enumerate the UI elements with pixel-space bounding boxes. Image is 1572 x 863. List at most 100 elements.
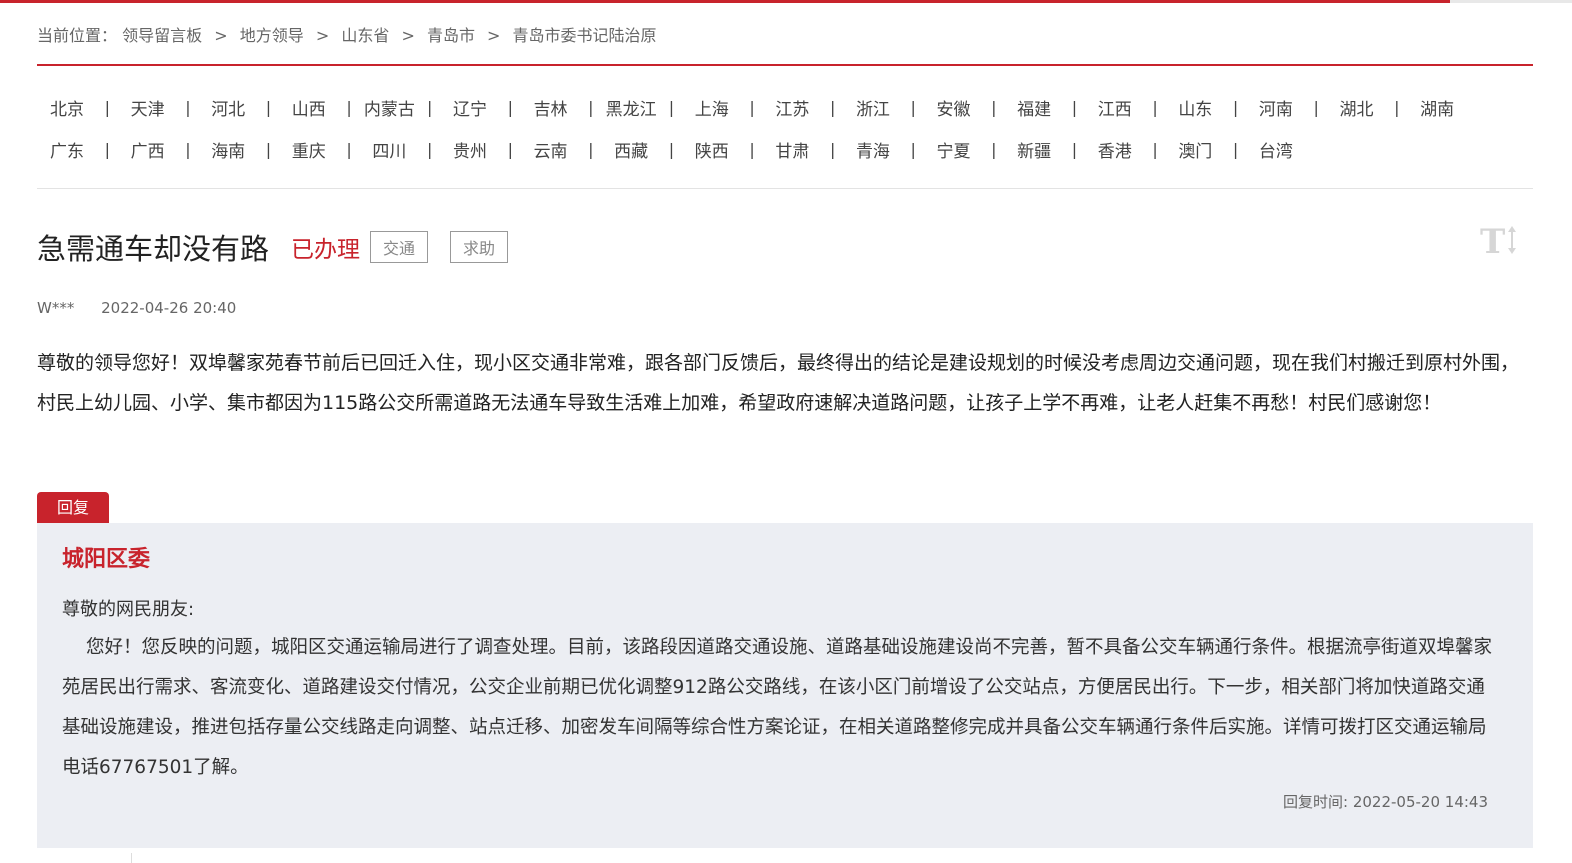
region-separator: | <box>1152 139 1158 159</box>
breadcrumb-separator: > <box>214 26 228 45</box>
region-link[interactable]: 甘肃 <box>762 137 822 162</box>
top-bar-track <box>1450 0 1572 3</box>
breadcrumb-separator: > <box>487 26 501 45</box>
breadcrumb-prefix: 当前位置： <box>37 26 118 45</box>
reply-text: 您好！您反映的问题，城阳区交通运输局进行了调查处理。目前，该路段因道路交通设施、… <box>62 637 1493 778</box>
region-link[interactable]: 西藏 <box>601 137 661 162</box>
breadcrumb-item-province[interactable]: 山东省 <box>341 26 389 45</box>
reply-greeting: 尊敬的网民朋友: <box>62 599 195 620</box>
region-separator: | <box>104 97 110 117</box>
reply-panel: 城阳区委 尊敬的网民朋友: 您好！您反映的问题，城阳区交通运输局进行了调查处理。… <box>37 523 1533 848</box>
region-link[interactable]: 内蒙古 <box>359 95 419 120</box>
top-accent-bar <box>0 0 1450 3</box>
region-link[interactable]: 海南 <box>198 137 258 162</box>
region-link[interactable]: 陕西 <box>682 137 742 162</box>
breadcrumb-item-city[interactable]: 青岛市 <box>427 26 475 45</box>
region-separator: | <box>185 97 191 117</box>
region-link[interactable]: 香港 <box>1085 137 1145 162</box>
tag-help[interactable]: 求助 <box>450 231 509 263</box>
region-link[interactable]: 吉林 <box>521 95 581 120</box>
region-separator: | <box>910 139 916 159</box>
region-separator: | <box>507 97 513 117</box>
breadcrumb: 当前位置： 领导留言板 > 地方领导 > 山东省 > 青岛市 > 青岛市委书记陆… <box>37 22 657 46</box>
region-link[interactable]: 山东 <box>1165 95 1225 120</box>
region-link[interactable]: 浙江 <box>843 95 903 120</box>
reply-time-value: 2022-05-20 14:43 <box>1352 793 1488 811</box>
breadcrumb-item-local-leaders[interactable]: 地方领导 <box>240 26 304 45</box>
region-link[interactable]: 河南 <box>1246 95 1306 120</box>
region-link[interactable]: 四川 <box>359 137 419 162</box>
region-separator: | <box>1152 97 1158 117</box>
region-separator: | <box>829 97 836 117</box>
region-separator: | <box>265 97 272 117</box>
region-link[interactable]: 宁夏 <box>924 137 984 162</box>
region-separator: | <box>265 139 272 159</box>
message-title: 急需通车却没有路 <box>37 232 270 266</box>
region-link[interactable]: 湖北 <box>1327 95 1387 120</box>
region-link[interactable]: 安徽 <box>924 95 984 120</box>
region-separator: | <box>668 139 675 159</box>
region-separator: | <box>588 139 594 159</box>
region-separator: | <box>991 97 997 117</box>
breadcrumb-divider <box>37 64 1533 66</box>
region-link[interactable]: 青海 <box>843 137 903 162</box>
region-link[interactable]: 广西 <box>118 137 178 162</box>
region-separator: | <box>104 139 110 159</box>
region-separator: | <box>749 139 755 159</box>
region-link[interactable]: 重庆 <box>279 137 339 162</box>
region-link[interactable]: 北京 <box>37 95 97 120</box>
reply-time-label: 回复时间: <box>1282 793 1349 811</box>
breadcrumb-item-leader[interactable]: 青岛市委书记陆治原 <box>513 26 657 45</box>
region-separator: | <box>1071 139 1078 159</box>
region-separator: | <box>426 139 433 159</box>
region-link[interactable]: 贵州 <box>440 137 500 162</box>
region-row: 广东 | 广西 | 海南 | 重庆 | 四川 | 贵州 | 云南 | 西藏 | 陕西 | 甘肃 | 青海 | 宁夏 | 新疆 | 香… <box>37 128 1533 170</box>
region-separator: | <box>507 139 513 159</box>
region-link[interactable]: 云南 <box>521 137 581 162</box>
breadcrumb-item-leader-board[interactable]: 领导留言板 <box>122 26 202 45</box>
region-link[interactable]: 天津 <box>118 95 178 120</box>
breadcrumb-separator: > <box>401 26 415 45</box>
region-link[interactable]: 江苏 <box>762 95 822 120</box>
status-badge: 已办理 <box>291 237 361 263</box>
region-separator: | <box>1071 97 1078 117</box>
region-link[interactable]: 新疆 <box>1004 137 1064 162</box>
region-separator: | <box>1394 97 1400 117</box>
region-link[interactable]: 澳门 <box>1165 137 1225 162</box>
region-link[interactable]: 河北 <box>198 95 258 120</box>
author-name: W*** <box>37 299 75 317</box>
region-separator: | <box>1313 97 1319 117</box>
message-meta: W*** 2022-04-26 20:40 <box>37 299 236 317</box>
region-link[interactable]: 福建 <box>1004 95 1064 120</box>
region-link[interactable]: 黑龙江 <box>601 95 661 120</box>
breadcrumb-separator: > <box>315 26 330 45</box>
reply-organization: 城阳区委 <box>62 547 151 572</box>
region-separator: | <box>749 97 755 117</box>
region-separator: | <box>588 97 594 117</box>
region-nav: 北京 | 天津 | 河北 | 山西 | 内蒙古 | 辽宁 | 吉林 | 黑龙江 | 上海 | 江苏 | 浙江 | 安徽 | 福建… <box>37 86 1533 170</box>
region-separator: | <box>426 97 433 117</box>
region-link[interactable]: 广东 <box>37 137 97 162</box>
font-size-toggle-icon[interactable]: T <box>1478 222 1520 262</box>
region-separator: | <box>910 97 916 117</box>
reply-time: 回复时间: 2022-05-20 14:43 <box>1283 791 1488 812</box>
tag-traffic[interactable]: 交通 <box>370 231 429 263</box>
region-link[interactable]: 湖南 <box>1407 95 1467 120</box>
region-row: 北京 | 天津 | 河北 | 山西 | 内蒙古 | 辽宁 | 吉林 | 黑龙江 | 上海 | 江苏 | 浙江 | 安徽 | 福建… <box>37 86 1533 128</box>
region-separator: | <box>1232 97 1239 117</box>
svg-text:T: T <box>1480 222 1505 260</box>
region-separator: | <box>668 97 675 117</box>
region-separator: | <box>346 139 352 159</box>
region-link[interactable]: 上海 <box>682 95 742 120</box>
region-link[interactable]: 台湾 <box>1246 137 1306 162</box>
region-link[interactable]: 江西 <box>1085 95 1145 120</box>
region-separator: | <box>185 139 191 159</box>
message-header: 急需通车却没有路 已办理 交通 求助 <box>37 226 509 268</box>
region-separator: | <box>991 139 997 159</box>
region-separator: | <box>829 139 836 159</box>
region-separator: | <box>346 97 352 117</box>
post-date: 2022-04-26 20:40 <box>101 299 237 317</box>
region-link[interactable]: 辽宁 <box>440 95 500 120</box>
reply-tab: 回复 <box>37 492 109 523</box>
region-link[interactable]: 山西 <box>279 95 339 120</box>
